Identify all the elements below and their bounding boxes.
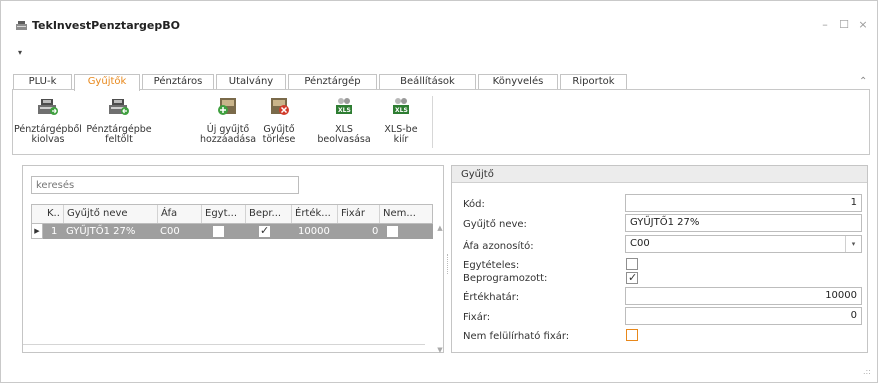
- xls-export-icon: XLS: [393, 98, 409, 114]
- egyteteles-checkbox[interactable]: [626, 258, 638, 270]
- window-title: TekInvestPenztargepBO: [32, 19, 180, 32]
- svg-text:XLS: XLS: [338, 107, 351, 114]
- cell-k: 1: [51, 226, 58, 237]
- kod-label: Kód:: [463, 199, 485, 210]
- read-from-register-button[interactable]: Pénztárgépből kiolvas: [14, 92, 82, 152]
- panel-splitter[interactable]: [447, 254, 449, 274]
- detail-header: Gyűjtő: [452, 166, 867, 183]
- xls-import-button[interactable]: XLS XLS beolvasása: [315, 92, 373, 152]
- beprogramozott-checkbox[interactable]: [626, 271, 638, 284]
- search-input[interactable]: [31, 176, 299, 194]
- xls-export-button[interactable]: XLS XLS-be kiír: [375, 92, 427, 152]
- cell-nem-felulirhato-checkbox[interactable]: [387, 226, 398, 237]
- title-bar: TekInvestPenztargepBO – ☐ ×: [1, 1, 877, 39]
- ribbon-separator: [432, 96, 433, 148]
- beprogramozott-label: Beprogramozott:: [463, 273, 548, 284]
- nem-felulirhato-label: Nem felülírható fixár:: [463, 331, 570, 342]
- col-header-nem-felulirhato[interactable]: Nem...: [380, 205, 432, 223]
- afa-value: C00: [630, 238, 650, 249]
- nem-felulirhato-checkbox[interactable]: [626, 329, 638, 341]
- tab-penztaros[interactable]: Pénztáros: [142, 74, 214, 90]
- resize-grip-icon[interactable]: .::: [863, 367, 871, 376]
- scroll-up-icon[interactable]: ▲: [435, 224, 445, 232]
- collector-list-panel: K.. Gyűjtő neve Áfa Egyt... Bepr... Érté…: [22, 165, 445, 354]
- col-header-beprogramozott[interactable]: Bepr...: [246, 205, 292, 223]
- tab-plu-k[interactable]: PLU-k: [13, 74, 72, 90]
- upload-to-register-label: Pénztárgépbe feltölt: [86, 124, 152, 145]
- minimize-button[interactable]: –: [818, 18, 832, 31]
- add-collector-button[interactable]: Új gyűjtő hozzáadása: [198, 92, 258, 152]
- cell-beprogramozott-checkbox[interactable]: [259, 224, 270, 237]
- cell-afa: C00: [160, 226, 180, 237]
- add-collector-icon: [218, 98, 236, 115]
- grid-vertical-scrollbar[interactable]: ▲ ▼: [435, 224, 445, 354]
- cash-register-import-icon: [109, 99, 129, 115]
- tab-konyveles[interactable]: Könyvelés: [478, 74, 558, 90]
- row-indicator-icon: ▶: [31, 224, 43, 239]
- fixar-field[interactable]: 0: [625, 307, 862, 325]
- quick-access-dropdown[interactable]: ▾: [18, 48, 22, 57]
- nev-field[interactable]: GYŰJTŐ1 27%: [625, 214, 862, 232]
- col-header-k[interactable]: K..: [44, 205, 64, 223]
- cash-register-export-icon: [38, 99, 58, 115]
- kod-field[interactable]: 1: [625, 194, 862, 212]
- afa-dropdown[interactable]: C00 ▾: [625, 235, 862, 253]
- upload-to-register-button[interactable]: Pénztárgépbe feltölt: [84, 92, 154, 152]
- collector-grid: K.. Gyűjtő neve Áfa Egyt... Bepr... Érté…: [31, 204, 445, 354]
- ertekhatar-label: Értékhatár:: [463, 292, 520, 303]
- tab-utalvany[interactable]: Utalvány: [216, 74, 286, 90]
- grid-header: K.. Gyűjtő neve Áfa Egyt... Bepr... Érté…: [31, 204, 433, 224]
- detail-title: Gyűjtő: [461, 169, 494, 180]
- nev-label: Gyűjtő neve:: [463, 219, 527, 230]
- afa-label: Áfa azonosító:: [463, 241, 534, 252]
- egyteteles-label: Egytételes:: [463, 260, 520, 271]
- delete-collector-icon: [271, 98, 289, 115]
- tab-gyujtok[interactable]: Gyűjtők: [74, 74, 140, 91]
- cell-ertekhatar: 10000: [298, 226, 330, 237]
- svg-text:XLS: XLS: [395, 107, 408, 114]
- col-header-egyteteles[interactable]: Egyt...: [202, 205, 246, 223]
- table-row[interactable]: 1 GYŰJTŐ1 27% C00 10000 0: [43, 224, 433, 239]
- cell-egyteteles-checkbox[interactable]: [213, 226, 224, 237]
- xls-export-label: XLS-be kiír: [384, 124, 418, 145]
- fixar-label: Fixár:: [463, 312, 491, 323]
- ertekhatar-field[interactable]: 10000: [625, 287, 862, 305]
- col-header-name[interactable]: Gyűjtő neve: [64, 205, 158, 223]
- ribbon-panel: Pénztárgépből kiolvas Pénztárgépbe feltö…: [12, 89, 870, 155]
- cell-fixar: 0: [372, 226, 379, 237]
- add-collector-label: Új gyűjtő hozzáadása: [199, 124, 257, 145]
- tab-riportok[interactable]: Riportok: [560, 74, 627, 90]
- xls-import-icon: XLS: [336, 98, 352, 114]
- collapse-ribbon-icon[interactable]: ⌃: [859, 76, 867, 87]
- grid-footer-line: [23, 344, 425, 345]
- app-window: TekInvestPenztargepBO – ☐ × ▾ PLU-k Gyűj…: [0, 0, 878, 383]
- close-button[interactable]: ×: [856, 18, 870, 31]
- xls-import-label: XLS beolvasása: [317, 124, 371, 145]
- chevron-down-icon[interactable]: ▾: [845, 236, 861, 252]
- col-header-fixar[interactable]: Fixár: [338, 205, 380, 223]
- scroll-down-icon[interactable]: ▼: [435, 346, 445, 354]
- col-header-afa[interactable]: Áfa: [158, 205, 202, 223]
- collector-detail-panel: Gyűjtő Kód: 1 Gyűjtő neve: GYŰJTŐ1 27% Á…: [451, 165, 868, 353]
- cash-register-app-icon: [16, 21, 27, 30]
- tab-beallitasok[interactable]: Beállítások: [379, 74, 476, 90]
- maximize-button[interactable]: ☐: [837, 18, 851, 31]
- tab-penztargep[interactable]: Pénztárgép: [288, 74, 377, 90]
- delete-collector-label: Gyűjtő törlése: [262, 124, 296, 145]
- read-from-register-label: Pénztárgépből kiolvas: [14, 124, 82, 145]
- cell-name: GYŰJTŐ1 27%: [66, 226, 136, 237]
- delete-collector-button[interactable]: Gyűjtő törlése: [259, 92, 299, 152]
- col-header-ertekhatar[interactable]: Érték...: [292, 205, 338, 223]
